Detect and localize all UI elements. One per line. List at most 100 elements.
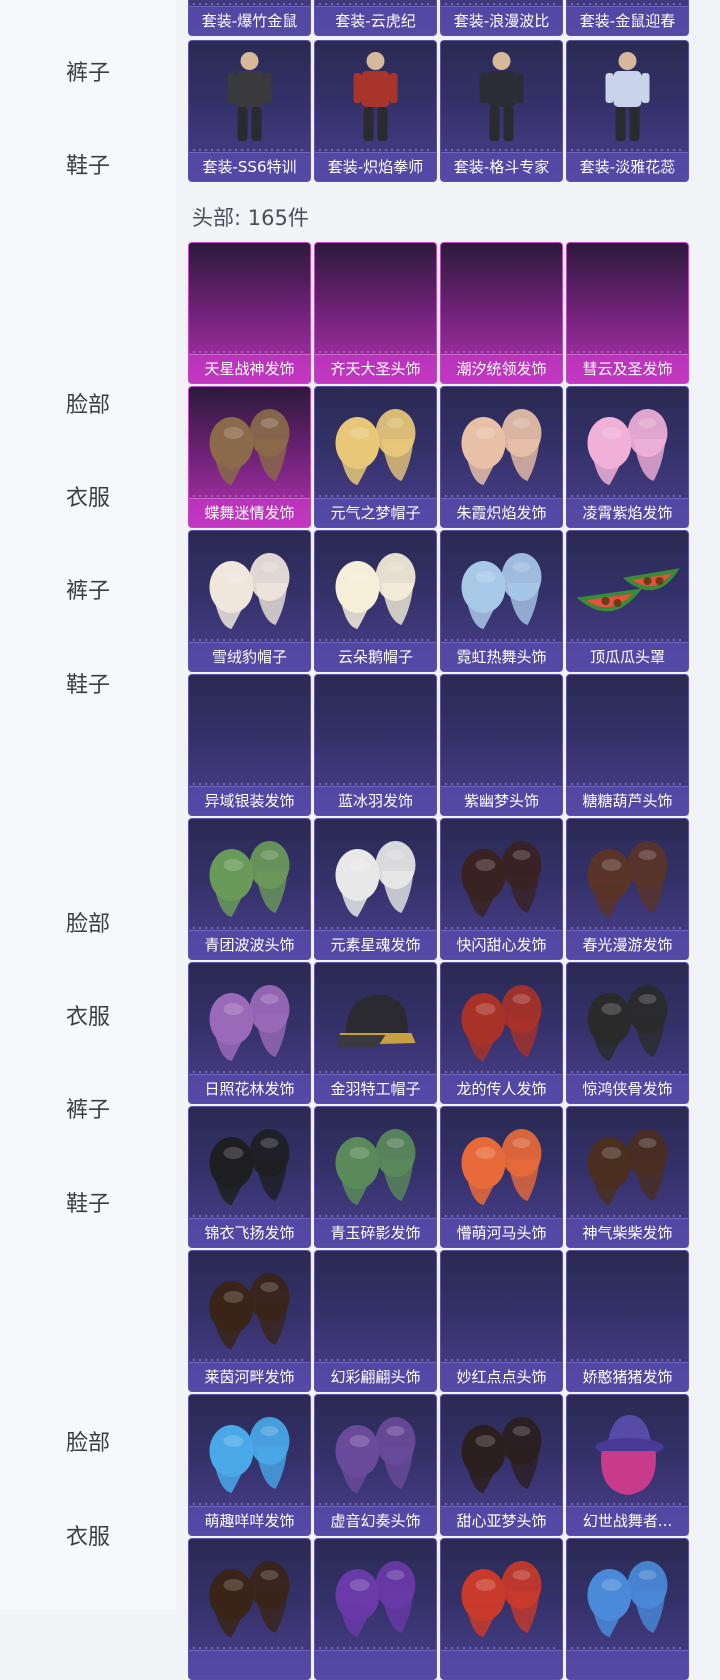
items-panel: 头部: 165件 套装-爆竹金鼠 套装-云虎纪 套装-浪漫波比 套装-金鼠迎春 套装-…: [176, 0, 720, 1680]
hair-icon: [315, 1107, 436, 1217]
card-divider: [445, 1503, 558, 1505]
card-divider: [319, 351, 432, 353]
item-card[interactable]: 紫幽梦头饰: [440, 674, 563, 816]
item-card[interactable]: 神气柴柴发饰: [566, 1106, 689, 1248]
item-card[interactable]: 快闪甜心发饰: [440, 818, 563, 960]
watermelon-icon: [567, 531, 688, 641]
hair-icon: [315, 819, 436, 929]
item-card[interactable]: 莱茵河畔发饰: [188, 1250, 311, 1392]
item-card[interactable]: 套装-炽焰拳师: [314, 40, 437, 182]
card-divider: [445, 351, 558, 353]
hair-icon: [189, 963, 310, 1073]
sidebar-item-shoes[interactable]: 鞋子: [0, 152, 176, 182]
item-card[interactable]: 潮汐统领发饰: [440, 242, 563, 384]
item-card[interactable]: 朱霞炽焰发饰: [440, 386, 563, 528]
item-label: 元素星魂发饰: [315, 930, 436, 959]
card-divider: [193, 1215, 306, 1217]
sidebar-item-clothes[interactable]: 衣服: [0, 484, 176, 514]
sidebar-item-clothes[interactable]: 衣服: [0, 1003, 176, 1033]
item-card[interactable]: 金羽特工帽子: [314, 962, 437, 1104]
item-card[interactable]: 套装-金鼠迎春: [566, 0, 689, 36]
item-label: 朱霞炽焰发饰: [441, 498, 562, 527]
sidebar-item-face[interactable]: 脸部: [0, 910, 176, 940]
item-card[interactable]: [440, 1538, 563, 1680]
item-card[interactable]: 锦衣飞扬发饰: [188, 1106, 311, 1248]
item-card[interactable]: 套装-浪漫波比: [440, 0, 563, 36]
item-card[interactable]: [566, 1538, 689, 1680]
item-card[interactable]: 春光漫游发饰: [566, 818, 689, 960]
item-card[interactable]: 青玉碎影发饰: [314, 1106, 437, 1248]
item-card[interactable]: 天星战神发饰: [188, 242, 311, 384]
sidebar-item-clothes[interactable]: 衣服: [0, 1523, 176, 1553]
item-label: 云朵鹅帽子: [315, 642, 436, 671]
section-heading: 头部: 165件: [192, 206, 309, 230]
card-divider: [571, 351, 684, 353]
item-label: 虚音幻奏头饰: [315, 1506, 436, 1535]
item-card[interactable]: 顶瓜瓜头罩: [566, 530, 689, 672]
hat-icon: [315, 531, 436, 641]
item-card[interactable]: 虚音幻奏头饰: [314, 1394, 437, 1536]
item-card[interactable]: 日照花林发饰: [188, 962, 311, 1104]
item-card[interactable]: 套装-格斗专家: [440, 40, 563, 182]
sidebar-item-face[interactable]: 脸部: [0, 391, 176, 421]
hair-icon: [441, 675, 562, 785]
hair-icon: [315, 1251, 436, 1361]
card-divider: [193, 783, 306, 785]
item-label: [189, 1650, 310, 1679]
item-card[interactable]: [188, 1538, 311, 1680]
item-label: 春光漫游发饰: [567, 930, 688, 959]
item-card[interactable]: 彗云及圣发饰: [566, 242, 689, 384]
item-card[interactable]: 雪绒豹帽子: [188, 530, 311, 672]
hair-icon: [441, 531, 562, 641]
item-card[interactable]: 青团波波头饰: [188, 818, 311, 960]
item-card[interactable]: 元气之梦帽子: [314, 386, 437, 528]
hair-icon: [315, 243, 436, 353]
item-card[interactable]: 套装-SS6特训: [188, 40, 311, 182]
item-card[interactable]: 甜心亚梦头饰: [440, 1394, 563, 1536]
item-card[interactable]: 糖糖葫芦头饰: [566, 674, 689, 816]
sidebar-item-pants[interactable]: 裤子: [0, 1096, 176, 1126]
item-card[interactable]: 套装-爆竹金鼠: [188, 0, 311, 36]
item-card[interactable]: 蓝冰羽发饰: [314, 674, 437, 816]
sidebar-item-face[interactable]: 脸部: [0, 1429, 176, 1459]
item-card[interactable]: 齐天大圣头饰: [314, 242, 437, 384]
item-card[interactable]: 龙的传人发饰: [440, 962, 563, 1104]
item-card[interactable]: 惊鸿侠骨发饰: [566, 962, 689, 1104]
sidebar-item-shoes[interactable]: 鞋子: [0, 671, 176, 701]
item-card[interactable]: 幻世战舞者...: [566, 1394, 689, 1536]
item-card[interactable]: 霓虹热舞头饰: [440, 530, 563, 672]
item-card[interactable]: 异域银装发饰: [188, 674, 311, 816]
item-label: [315, 1650, 436, 1679]
hair-icon: [441, 1107, 562, 1217]
hair-icon: [315, 1395, 436, 1505]
hair-icon: [441, 1539, 562, 1649]
item-card[interactable]: 幻彩翩翩头饰: [314, 1250, 437, 1392]
hair-icon: [567, 675, 688, 785]
item-card[interactable]: 妙红点点头饰: [440, 1250, 563, 1392]
item-card[interactable]: 元素星魂发饰: [314, 818, 437, 960]
item-card[interactable]: 蝶舞迷情发饰: [188, 386, 311, 528]
hair-icon: [189, 243, 310, 353]
outfit-icon: [441, 41, 562, 151]
hair-icon: [441, 963, 562, 1073]
item-label: 神气柴柴发饰: [567, 1218, 688, 1247]
item-card[interactable]: 娇憨猪猪发饰: [566, 1250, 689, 1392]
card-divider: [193, 1503, 306, 1505]
item-card[interactable]: 套装-云虎纪: [314, 0, 437, 36]
item-card[interactable]: [314, 1538, 437, 1680]
sidebar-item-pants[interactable]: 裤子: [0, 577, 176, 607]
item-card[interactable]: 萌趣咩咩发饰: [188, 1394, 311, 1536]
item-card[interactable]: 云朵鹅帽子: [314, 530, 437, 672]
hair-icon: [567, 1107, 688, 1217]
item-card[interactable]: 懵萌河马头饰: [440, 1106, 563, 1248]
item-label: 紫幽梦头饰: [441, 786, 562, 815]
sidebar-item-shoes[interactable]: 鞋子: [0, 1190, 176, 1220]
card-divider: [193, 1647, 306, 1649]
hair-icon: [315, 675, 436, 785]
sidebar-item-pants[interactable]: 裤子: [0, 59, 176, 89]
item-card[interactable]: 套装-淡雅花蕊: [566, 40, 689, 182]
hair-icon: [567, 1539, 688, 1649]
item-card[interactable]: 凌霄紫焰发饰: [566, 386, 689, 528]
item-label: 凌霄紫焰发饰: [567, 498, 688, 527]
hat-icon: [315, 387, 436, 497]
